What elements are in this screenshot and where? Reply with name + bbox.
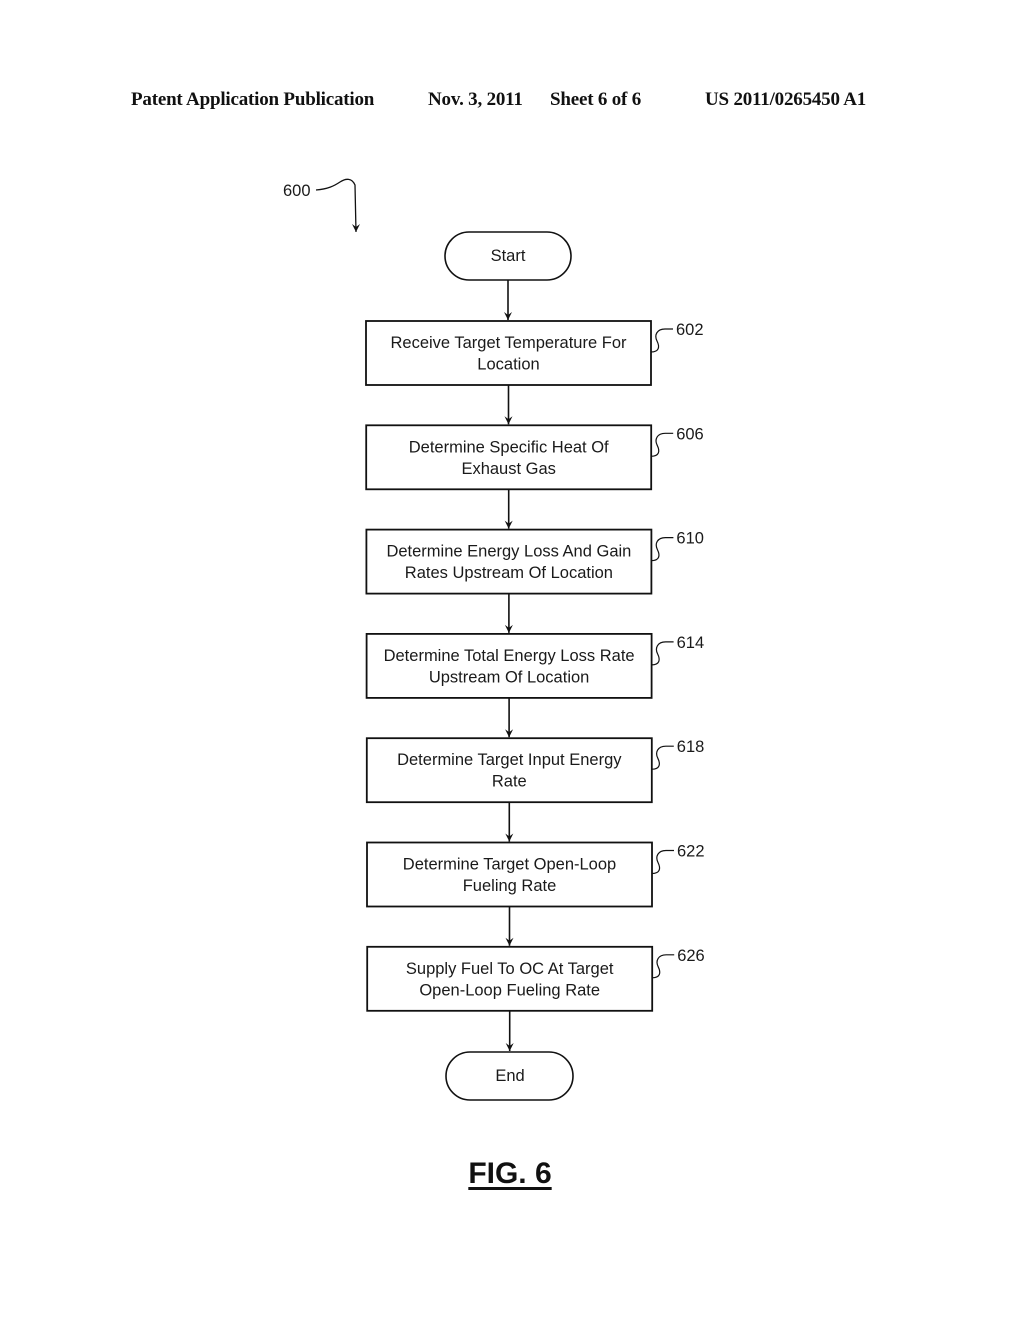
step-reference-number: 606 xyxy=(676,425,704,443)
step-reference-number: 626 xyxy=(677,947,705,965)
reference-leader xyxy=(651,849,674,875)
process-step-text: Upstream Of Location xyxy=(429,668,590,686)
process-step-text: Rates Upstream Of Location xyxy=(405,564,613,582)
process-steps: Receive Target Temperature For Location 60… xyxy=(365,280,705,1051)
reference-leader xyxy=(651,537,674,562)
figure-label: FIG. 6 xyxy=(468,1157,552,1190)
process-step-614: Determine Total Energy Loss Rate Upstream… xyxy=(365,633,705,699)
process-step-618: Determine Target Input Energy Rate 618 xyxy=(365,737,705,804)
process-step-610: Determine Energy Loss And Gain Rates Upst… xyxy=(365,528,704,595)
flowchart: 600 Start Receive Target Temperature For… xyxy=(283,178,705,1101)
process-step-text: Exhaust Gas xyxy=(461,460,555,478)
process-box xyxy=(366,945,654,1012)
process-step-text: Determine Specific Heat Of xyxy=(409,438,609,456)
reference-leader xyxy=(651,432,674,457)
process-step-text: Fueling Rate xyxy=(463,877,557,895)
process-step-text: Location xyxy=(477,356,539,374)
process-step-text: Supply Fuel To OC At Target xyxy=(406,960,614,978)
figure-reference-arrow xyxy=(315,178,360,233)
reference-leader xyxy=(650,328,673,353)
process-step-602: Receive Target Temperature For Location 60… xyxy=(365,320,704,386)
process-box xyxy=(365,320,652,386)
process-step-text: Open-Loop Fueling Rate xyxy=(419,981,600,999)
reference-leader xyxy=(651,641,674,666)
step-reference-number: 618 xyxy=(677,738,705,756)
process-box xyxy=(365,424,653,491)
reference-leader xyxy=(652,954,675,979)
end-terminal: End xyxy=(445,1051,574,1101)
process-step-text: Determine Total Energy Loss Rate xyxy=(384,647,635,665)
process-step-606: Determine Specific Heat Of Exhaust Gas 606 xyxy=(365,424,704,491)
process-step-622: Determine Target Open-Loop Fueling Rate 62… xyxy=(366,841,705,908)
end-label: End xyxy=(495,1067,524,1085)
process-box xyxy=(366,841,653,908)
reference-leader xyxy=(651,745,674,770)
step-reference-number: 614 xyxy=(677,634,705,652)
process-step-text: Determine Target Open-Loop xyxy=(403,856,616,874)
process-box xyxy=(365,737,653,804)
step-reference-number: 602 xyxy=(676,321,704,339)
process-step-626: Supply Fuel To OC At Target Open-Loop Fue… xyxy=(366,945,705,1012)
process-box xyxy=(365,528,653,595)
step-reference-number: 610 xyxy=(676,530,704,548)
process-step-text: Determine Energy Loss And Gain xyxy=(386,543,631,561)
start-terminal: Start xyxy=(444,231,572,281)
step-reference-number: 622 xyxy=(677,843,705,861)
process-box xyxy=(365,633,653,699)
process-step-text: Determine Target Input Energy xyxy=(397,751,622,769)
start-label: Start xyxy=(491,247,526,265)
process-step-text: Receive Target Temperature For xyxy=(390,334,627,352)
figure-reference-label: 600 xyxy=(283,182,311,200)
process-step-text: Rate xyxy=(492,773,527,791)
